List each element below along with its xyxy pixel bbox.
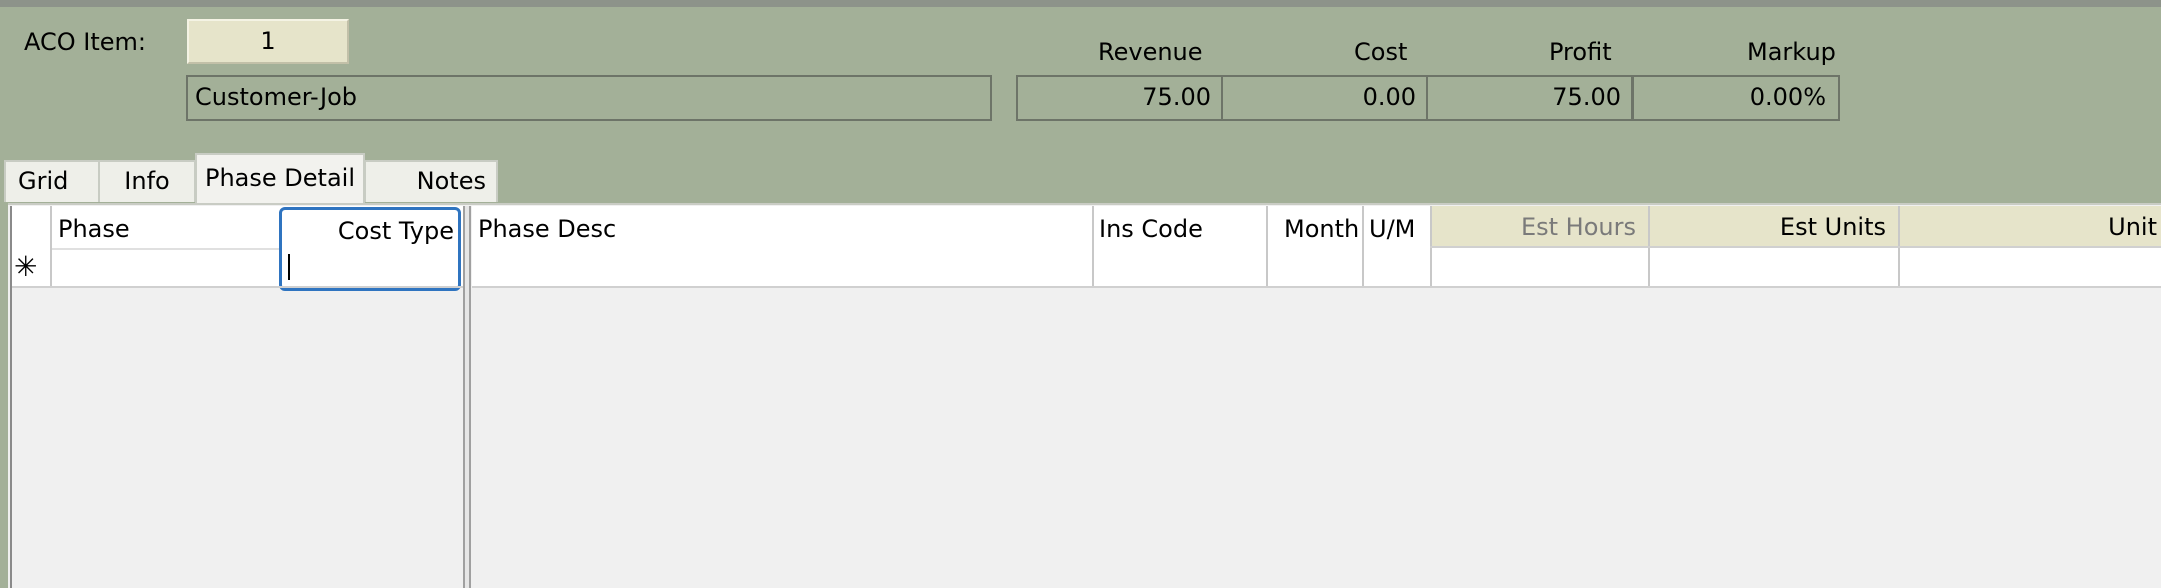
column-header-ins-code[interactable]: Ins Code <box>1099 208 1203 250</box>
profit-label: Profit <box>1549 38 1612 66</box>
column-header-cost-type[interactable]: Cost Type <box>338 210 454 252</box>
column-header-um[interactable]: U/M <box>1369 208 1415 250</box>
tab-notes[interactable]: Notes <box>364 160 498 202</box>
column-header-month[interactable]: Month <box>1284 208 1359 250</box>
est-units-cell[interactable] <box>1650 248 1898 286</box>
um-cell[interactable] <box>1364 248 1430 286</box>
tab-phase-detail[interactable]: Phase Detail <box>195 153 365 203</box>
column-header-phase[interactable]: Phase <box>58 208 130 250</box>
text-cursor <box>288 254 290 280</box>
phase-cell[interactable] <box>52 248 286 286</box>
description-field[interactable]: Customer-Job <box>186 75 992 121</box>
phase-detail-grid: Phase Desc Ins Code Month U/M Est Hours … <box>472 206 2161 588</box>
column-header-phase-desc[interactable]: Phase Desc <box>478 208 616 250</box>
phase-desc-cell[interactable] <box>474 248 1092 286</box>
window-top-border <box>0 0 2161 7</box>
tab-grid[interactable]: Grid <box>4 160 100 202</box>
column-header-unit[interactable]: Unit <box>1900 206 2161 248</box>
grid-row-line-right <box>472 286 2161 288</box>
grid-row-line <box>12 286 468 288</box>
cost-type-focus[interactable]: Cost Type <box>279 207 461 291</box>
markup-label: Markup <box>1747 38 1836 66</box>
ins-code-cell[interactable] <box>1094 248 1266 286</box>
phase-grid: ✳ Phase Cost Type <box>10 206 468 588</box>
cost-label: Cost <box>1354 38 1408 66</box>
grid-splitter[interactable] <box>463 206 471 588</box>
column-header-est-units[interactable]: Est Units <box>1650 206 1898 248</box>
revenue-label: Revenue <box>1098 38 1203 66</box>
markup-value: 0.00% <box>1632 75 1840 121</box>
month-cell[interactable] <box>1268 248 1362 286</box>
aco-item-field[interactable]: 1 <box>187 19 349 64</box>
revenue-value: 75.00 <box>1016 75 1223 121</box>
column-header-est-hours[interactable]: Est Hours <box>1430 206 1648 248</box>
new-row-icon: ✳ <box>14 250 38 283</box>
cost-value: 0.00 <box>1221 75 1428 121</box>
tab-info[interactable]: Info <box>98 160 196 202</box>
unit-cell[interactable] <box>1900 248 2161 286</box>
aco-item-label: ACO Item: <box>24 28 146 56</box>
est-hours-cell[interactable] <box>1432 248 1648 286</box>
profit-value: 75.00 <box>1426 75 1633 121</box>
